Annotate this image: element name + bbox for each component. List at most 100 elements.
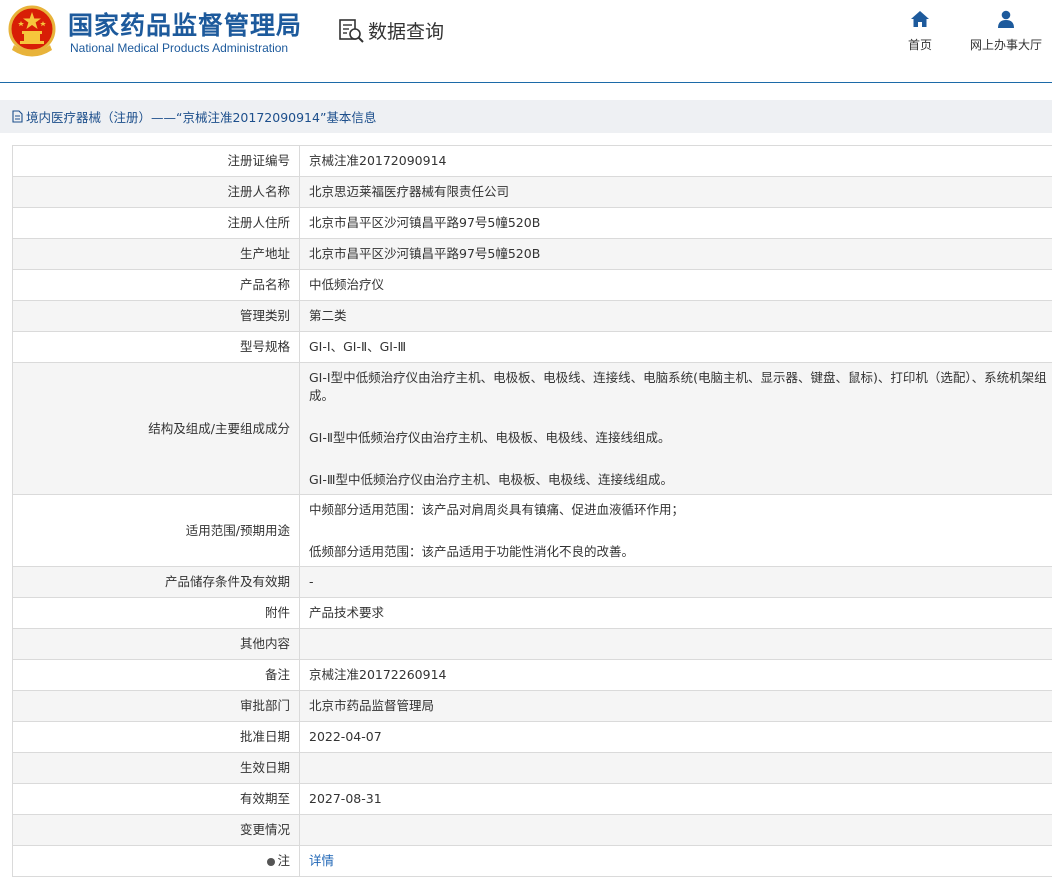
field-label: 审批部门 — [13, 691, 300, 722]
field-label: 产品储存条件及有效期 — [13, 567, 300, 598]
field-value — [300, 753, 1052, 784]
field-value-text: 北京市药品监督管理局 — [309, 698, 434, 713]
detail-row: 产品储存条件及有效期 - — [13, 567, 1052, 598]
field-label-text: 产品名称 — [240, 277, 290, 292]
breadcrumb-text: 境内医疗器械（注册）——“京械注准20172090914”基本信息 — [26, 107, 376, 126]
field-value-paragraph: 低频部分适用范围：该产品适用于功能性消化不良的改善。 — [309, 543, 1052, 561]
field-value: 北京思迈莱福医疗器械有限责任公司 — [300, 177, 1052, 208]
field-value: GI-Ⅰ型中低频治疗仪由治疗主机、电极板、电极线、连接线、电脑系统(电脑主机、显… — [300, 363, 1052, 495]
site-title-cn: 国家药品监督管理局 — [68, 6, 302, 42]
field-value: 第二类 — [300, 301, 1052, 332]
field-value: 京械注准20172090914 — [300, 146, 1052, 177]
detail-row: 审批部门 北京市药品监督管理局 — [13, 691, 1052, 722]
field-label: 注册证编号 — [13, 146, 300, 177]
field-value-text: 中低频治疗仪 — [309, 277, 384, 292]
detail-row: 附件 产品技术要求 — [13, 598, 1052, 629]
home-icon — [910, 10, 930, 28]
field-value: 北京市药品监督管理局 — [300, 691, 1052, 722]
field-label-text: 附件 — [265, 605, 290, 620]
field-label-text: 生产地址 — [240, 246, 290, 261]
field-value: 2022-04-07 — [300, 722, 1052, 753]
field-value: 详情 — [300, 846, 1052, 877]
detail-row: 其他内容 — [13, 629, 1052, 660]
field-value-text: 产品技术要求 — [309, 605, 384, 620]
detail-row: 生产地址 北京市昌平区沙河镇昌平路97号5幢520B — [13, 239, 1052, 270]
nav-home-label: 首页 — [908, 36, 932, 53]
field-label-text: 注 — [277, 853, 290, 868]
field-value: 中频部分适用范围：该产品对肩周炎具有镇痛、促进血液循环作用； 低频部分适用范围：该… — [300, 495, 1052, 567]
field-value: 中低频治疗仪 — [300, 270, 1052, 301]
field-label: 备注 — [13, 660, 300, 691]
field-label-text: 批准日期 — [240, 729, 290, 744]
field-value: 北京市昌平区沙河镇昌平路97号5幢520B — [300, 208, 1052, 239]
field-value: 2027-08-31 — [300, 784, 1052, 815]
field-label-text: 备注 — [265, 667, 290, 682]
field-label: 产品名称 — [13, 270, 300, 301]
field-label-text: 生效日期 — [240, 760, 290, 775]
field-label: 有效期至 — [13, 784, 300, 815]
field-label: 适用范围/预期用途 — [13, 495, 300, 567]
field-label: 批准日期 — [13, 722, 300, 753]
field-label-text: 结构及组成/主要组成成分 — [148, 421, 290, 436]
field-value-paragraph: GI-Ⅱ型中低频治疗仪由治疗主机、电极板、电极线、连接线组成。 — [309, 429, 1052, 447]
detail-row: 适用范围/预期用途 中频部分适用范围：该产品对肩周炎具有镇痛、促进血液循环作用； 低… — [13, 495, 1052, 567]
detail-row: 有效期至 2027-08-31 — [13, 784, 1052, 815]
field-label: 附件 — [13, 598, 300, 629]
field-value: 产品技术要求 — [300, 598, 1052, 629]
field-label-text: 适用范围/预期用途 — [186, 523, 290, 538]
field-label-text: 型号规格 — [240, 339, 290, 354]
field-value-text: - — [309, 574, 314, 589]
field-value-text: 北京市昌平区沙河镇昌平路97号5幢520B — [309, 246, 540, 261]
site-title-en: National Medical Products Administration — [70, 41, 288, 55]
field-value: 京械注准20172260914 — [300, 660, 1052, 691]
field-label-text: 有效期至 — [240, 791, 290, 806]
field-value-paragraph: GI-Ⅰ型中低频治疗仪由治疗主机、电极板、电极线、连接线、电脑系统(电脑主机、显… — [309, 369, 1052, 405]
field-label: 生产地址 — [13, 239, 300, 270]
detail-row: 生效日期 — [13, 753, 1052, 784]
detail-row: 结构及组成/主要组成成分 GI-Ⅰ型中低频治疗仪由治疗主机、电极板、电极线、连接线… — [13, 363, 1052, 495]
field-value-text: 京械注准20172090914 — [309, 153, 446, 168]
field-label-text: 其他内容 — [240, 636, 290, 651]
user-icon — [996, 10, 1016, 28]
data-query-link[interactable]: 数据查询 — [337, 16, 444, 44]
field-value-paragraph: GI-Ⅲ型中低频治疗仪由治疗主机、电极板、电极线、连接线组成。 — [309, 471, 1052, 489]
field-label-text: 注册人名称 — [227, 184, 290, 199]
detail-row: 型号规格 GI-Ⅰ、GI-Ⅱ、GI-Ⅲ — [13, 332, 1052, 363]
field-value — [300, 629, 1052, 660]
field-label: 变更情况 — [13, 815, 300, 846]
data-query-label: 数据查询 — [368, 17, 444, 44]
field-label: 生效日期 — [13, 753, 300, 784]
details-link[interactable]: 详情 — [309, 853, 334, 868]
field-label: 其他内容 — [13, 629, 300, 660]
detail-row: 管理类别第二类 — [13, 301, 1052, 332]
data-query-icon — [337, 16, 365, 44]
detail-row: 产品名称 中低频治疗仪 — [13, 270, 1052, 301]
header-nav: 首页 网上办事大厅 — [870, 10, 1042, 53]
field-label-text: 产品储存条件及有效期 — [165, 574, 290, 589]
detail-row: 注册人住所北京市昌平区沙河镇昌平路97号5幢520B — [13, 208, 1052, 239]
field-value-paragraph: 中频部分适用范围：该产品对肩周炎具有镇痛、促进血液循环作用； — [309, 501, 1052, 519]
field-value: - — [300, 567, 1052, 598]
field-label: 注册人住所 — [13, 208, 300, 239]
field-label-text: 审批部门 — [240, 698, 290, 713]
nav-online-service-label: 网上办事大厅 — [970, 36, 1042, 53]
field-label: 管理类别 — [13, 301, 300, 332]
field-value-text: 京械注准20172260914 — [309, 667, 446, 682]
detail-row: 备注 京械注准20172260914 — [13, 660, 1052, 691]
detail-row: 注册证编号京械注准20172090914 — [13, 146, 1052, 177]
field-value-text: 北京市昌平区沙河镇昌平路97号5幢520B — [309, 215, 540, 230]
device-detail-table: 注册证编号京械注准20172090914注册人名称北京思迈莱福医疗器械有限责任公… — [12, 145, 1052, 877]
field-value: 北京市昌平区沙河镇昌平路97号5幢520B — [300, 239, 1052, 270]
field-label: 结构及组成/主要组成成分 — [13, 363, 300, 495]
field-value: GI-Ⅰ、GI-Ⅱ、GI-Ⅲ — [300, 332, 1052, 363]
field-label: 型号规格 — [13, 332, 300, 363]
nav-home[interactable]: 首页 — [908, 10, 932, 53]
field-value-text: GI-Ⅰ、GI-Ⅱ、GI-Ⅲ — [309, 339, 406, 354]
detail-row: 注册人名称北京思迈莱福医疗器械有限责任公司 — [13, 177, 1052, 208]
field-label-text: 变更情况 — [240, 822, 290, 837]
national-emblem-logo — [8, 5, 56, 57]
detail-row: 注 详情 — [13, 846, 1052, 877]
nav-online-service-hall[interactable]: 网上办事大厅 — [970, 10, 1042, 53]
field-label: 注 — [13, 846, 300, 877]
field-value-text: 2027-08-31 — [309, 791, 382, 806]
